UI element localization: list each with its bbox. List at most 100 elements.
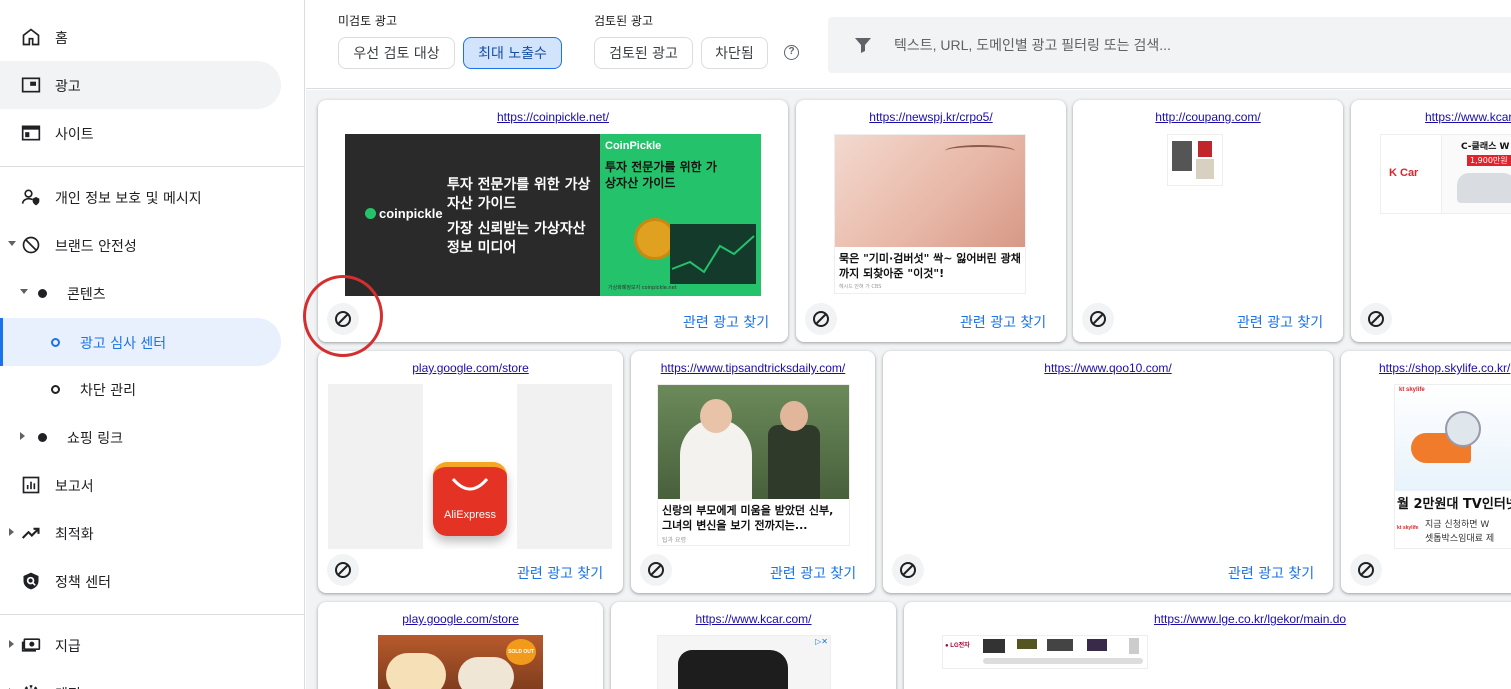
- ad-grid: https://coinpickle.net/ coinpickle 투자 전문…: [306, 90, 1511, 689]
- help-icon[interactable]: ?: [784, 45, 799, 60]
- ad-card[interactable]: https://www.tipsandtricksdaily.com/ 신랑의 …: [631, 351, 875, 593]
- bullet-icon: [38, 433, 47, 442]
- priority-review-chip[interactable]: 우선 검토 대상: [338, 37, 455, 69]
- ad-url-link[interactable]: https://www.tipsandtricksdaily.com/: [631, 361, 875, 375]
- sidebar-divider: [0, 166, 304, 167]
- sidebar-item-ads[interactable]: 광고: [0, 61, 281, 109]
- policy-icon: [23, 572, 39, 590]
- block-ad-button[interactable]: [1082, 303, 1114, 335]
- sidebar-item-policy-center[interactable]: 정책 센터: [0, 557, 281, 605]
- privacy-icon: [21, 189, 40, 206]
- ad-creative[interactable]: coinpickle 투자 전문가를 위한 가상자산 가이드 가장 신뢰받는 가…: [345, 134, 761, 296]
- sidebar-item-label: 광고 심사 센터: [80, 336, 167, 352]
- block-ad-button[interactable]: [327, 554, 359, 586]
- ad-headline: 월 2만원대 TV인터넷: [1397, 497, 1511, 512]
- block-ad-button[interactable]: [1350, 554, 1382, 586]
- ad-creative[interactable]: ▷✕: [657, 635, 831, 689]
- sidebar-item-label: 쇼핑 링크: [67, 431, 123, 447]
- reviewed-ads-chip[interactable]: 검토된 광고: [594, 37, 693, 69]
- ad-creative[interactable]: kt skylife 월 TV 월 2만원대 TV인터넷 kt skylife …: [1394, 384, 1511, 549]
- block-icon: [335, 562, 351, 578]
- find-related-ads-link[interactable]: 관련 광고 찾기: [770, 563, 856, 583]
- sidebar-item-label: 개인 정보 보호 및 메시지: [55, 191, 202, 207]
- sidebar-item-label: 계정: [55, 684, 81, 689]
- ad-source: 헤시드 안혀 가 CBS: [839, 284, 882, 290]
- ad-url-link[interactable]: https://www.kcar.com/: [611, 612, 896, 626]
- expand-caret-icon[interactable]: [9, 528, 14, 536]
- ad-url-link[interactable]: http://coupang.com/: [1073, 110, 1343, 124]
- find-related-ads-link[interactable]: 관련 광고 찾기: [960, 312, 1046, 332]
- ad-card[interactable]: https://www.qoo10.com/ 관련 광고 찾기: [883, 351, 1333, 593]
- ad-creative[interactable]: ● LG전자: [942, 635, 1148, 669]
- ad-fine-print: 셋톱박스임대료 제: [1425, 534, 1495, 544]
- ad-card[interactable]: https://www.kcar.com/ ▷✕: [611, 602, 896, 689]
- ad-url-link[interactable]: https://www.kcar.com/: [1425, 110, 1511, 124]
- expand-caret-icon[interactable]: [8, 241, 16, 246]
- ad-creative[interactable]: AliExpress: [328, 384, 612, 549]
- ad-card[interactable]: play.google.com/store SOLD OUT: [318, 602, 603, 689]
- ad-card[interactable]: http://coupang.com/ 관련 광고 찾기: [1073, 100, 1343, 342]
- ad-creative[interactable]: [1167, 134, 1223, 186]
- coinpickle-brand-text: CoinPickle: [605, 140, 662, 152]
- sidebar-item-reports[interactable]: 보고서: [0, 461, 281, 509]
- ad-url-link[interactable]: play.google.com/store: [318, 361, 623, 375]
- sidebar-item-home[interactable]: 홈: [0, 13, 281, 61]
- ads-icon: [21, 77, 41, 93]
- ad-url-link[interactable]: play.google.com/store: [318, 612, 603, 626]
- bullet-icon: [38, 289, 47, 298]
- sidebar-item-optimization[interactable]: 최적화: [0, 509, 281, 557]
- expand-caret-icon[interactable]: [20, 289, 28, 294]
- sidebar-item-sites[interactable]: 사이트: [0, 109, 281, 157]
- price-chart-image: [670, 224, 756, 284]
- ad-url-link[interactable]: https://www.lge.co.kr/lgekor/main.do: [1154, 612, 1511, 626]
- ad-url-link[interactable]: https://coinpickle.net/: [318, 110, 788, 124]
- skylife-logo: kt skylife: [1397, 525, 1419, 531]
- search-box[interactable]: [828, 17, 1511, 73]
- ad-creative[interactable]: 신랑의 부모에게 미움을 받았던 신부, 그녀의 변신을 보기 전까지는... …: [657, 384, 850, 546]
- ad-card[interactable]: play.google.com/store AliExpress 관련 광고 찾…: [318, 351, 623, 593]
- ad-card[interactable]: https://coinpickle.net/ coinpickle 투자 전문…: [318, 100, 788, 342]
- sidebar-item-label: 사이트: [55, 127, 94, 143]
- ad-card[interactable]: https://newspj.kr/crpo5/ 묵은 "기미·검버섯" 싹~ …: [796, 100, 1066, 342]
- expand-caret-icon[interactable]: [9, 640, 14, 648]
- ad-url-link[interactable]: https://newspj.kr/crpo5/: [796, 110, 1066, 124]
- ring-icon: [51, 385, 60, 394]
- ad-url-link[interactable]: https://shop.skylife.co.kr/: [1379, 361, 1511, 375]
- find-related-ads-link[interactable]: 관련 광고 찾기: [517, 563, 603, 583]
- sidebar-item-payments[interactable]: 지급: [0, 621, 281, 669]
- sidebar-item-account[interactable]: 계정: [0, 669, 281, 689]
- blocked-chip[interactable]: 차단됨: [701, 37, 768, 69]
- sold-out-badge: SOLD OUT: [506, 639, 536, 665]
- max-impressions-chip[interactable]: 최대 노출수: [463, 37, 562, 69]
- ad-card[interactable]: https://www.lge.co.kr/lgekor/main.do ● L…: [904, 602, 1511, 689]
- sidebar-item-label: 최적화: [55, 527, 94, 543]
- sidebar-item-privacy[interactable]: 개인 정보 보호 및 메시지: [0, 173, 281, 221]
- find-related-ads-link[interactable]: 관련 광고 찾기: [683, 312, 769, 332]
- block-ad-button[interactable]: [327, 303, 359, 335]
- ad-creative[interactable]: K Car C-클래스 W 1,900만원: [1380, 134, 1511, 214]
- search-input[interactable]: [894, 29, 1494, 61]
- ad-card[interactable]: https://shop.skylife.co.kr/ kt skylife 월…: [1341, 351, 1511, 593]
- block-icon: [648, 562, 664, 578]
- block-ad-button[interactable]: [640, 554, 672, 586]
- find-related-ads-link[interactable]: 관련 광고 찾기: [1237, 312, 1323, 332]
- block-ad-button[interactable]: [1360, 303, 1392, 335]
- ad-creative[interactable]: 묵은 "기미·검버섯" 싹~ 잃어버린 광채까지 되찾아준 "이것"! 헤시드 …: [834, 134, 1026, 294]
- sidebar-item-label: 홈: [55, 31, 68, 47]
- home-icon: [22, 28, 40, 46]
- expand-caret-icon[interactable]: [20, 432, 25, 440]
- sidebar-item-label: 콘텐츠: [67, 287, 106, 303]
- block-ad-button[interactable]: [805, 303, 837, 335]
- ad-source: 팁과 요령: [662, 537, 686, 544]
- adchoices-icon[interactable]: ▷✕: [815, 637, 828, 646]
- ad-card[interactable]: https://www.kcar.com/ K Car C-클래스 W 1,90…: [1351, 100, 1511, 342]
- sidebar-item-brand-safety[interactable]: 브랜드 안전성: [0, 221, 281, 269]
- sidebar-item-content[interactable]: 콘텐츠: [0, 269, 281, 317]
- find-related-ads-link[interactable]: 관련 광고 찾기: [1228, 563, 1314, 583]
- sidebar-item-shopping-links[interactable]: 쇼핑 링크: [0, 413, 281, 461]
- sidebar-item-blocking-controls[interactable]: 차단 관리: [0, 365, 281, 413]
- block-ad-button[interactable]: [892, 554, 924, 586]
- sidebar-item-ad-review-center[interactable]: 광고 심사 센터: [0, 318, 281, 366]
- ad-url-link[interactable]: https://www.qoo10.com/: [883, 361, 1333, 375]
- ad-creative[interactable]: SOLD OUT: [378, 635, 543, 689]
